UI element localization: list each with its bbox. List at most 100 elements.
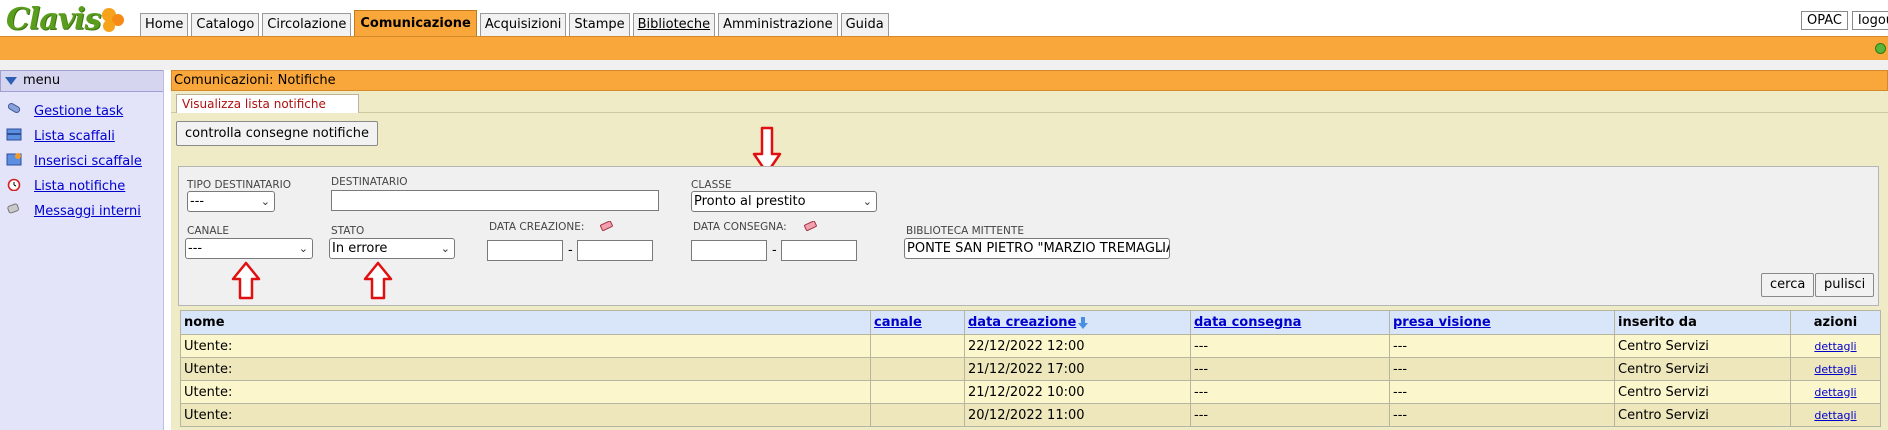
collapse-triangle-icon[interactable] — [5, 76, 17, 85]
sidebar-item-gestione-task[interactable]: Gestione task — [0, 98, 163, 123]
logo-text: Clavis — [6, 2, 101, 37]
sidebar-item-inserisci-scaffale[interactable]: Inserisci scaffale — [0, 148, 163, 173]
table-row: Utente: 21/12/2022 10:00 --- --- Centro Serv… — [180, 380, 1881, 404]
tipo-destinatario-label: TIPO DESTINATARIO — [187, 179, 292, 191]
data-creazione-from-input[interactable] — [487, 240, 563, 261]
classe-select[interactable]: Pronto al prestito ⌄ — [691, 191, 877, 212]
tab-amministrazione[interactable]: Amministrazione — [718, 13, 838, 36]
classe-label: CLASSE — [691, 179, 732, 191]
biblioteca-mittente-select[interactable]: PONTE SAN PIETRO "MARZIO TREMAGLIA" ⌄ — [904, 238, 1170, 259]
opac-button[interactable]: OPAC — [1801, 11, 1848, 30]
up-arrow-annotation-icon — [231, 261, 261, 300]
shelf-icon — [6, 128, 22, 141]
cell-azioni: dettagli — [1790, 334, 1881, 358]
details-link[interactable]: dettagli — [1814, 409, 1856, 422]
chevron-down-icon: ⌄ — [1155, 242, 1165, 255]
tab-guida[interactable]: Guida — [840, 13, 889, 36]
column-header-canale[interactable]: canale — [870, 310, 965, 335]
table-row: Utente: 22/12/2022 12:00 --- --- Centro Serv… — [180, 334, 1881, 358]
sidebar-item-label[interactable]: Lista notifiche — [34, 179, 125, 194]
check-deliveries-button[interactable]: controlla consegne notifiche — [176, 121, 378, 146]
sort-link-presa-visione[interactable]: presa visione — [1393, 315, 1491, 330]
sidebar-item-label[interactable]: Gestione task — [34, 104, 123, 119]
tab-stampe[interactable]: Stampe — [569, 13, 630, 36]
cell-canale — [870, 357, 965, 381]
clavis-logo[interactable]: Clavis — [4, 2, 134, 38]
subtab-divider — [171, 112, 1888, 113]
cell-data-consegna: --- — [1190, 403, 1390, 427]
tab-acquisizioni[interactable]: Acquisizioni — [479, 13, 567, 36]
sidebar-menu-title: menu — [23, 73, 61, 88]
details-link[interactable]: dettagli — [1814, 363, 1856, 376]
cell-presa-visione: --- — [1389, 334, 1615, 358]
sort-link-data-creazione[interactable]: data creazione — [968, 315, 1076, 330]
separator-strip — [0, 60, 1888, 70]
cell-nome: Utente: — [180, 403, 871, 427]
destinatario-input[interactable] — [331, 190, 659, 211]
cell-nome: Utente: — [180, 357, 871, 381]
chevron-down-icon: ⌄ — [862, 195, 872, 208]
cell-inserito-da: Centro Servizi — [1614, 403, 1791, 427]
cell-canale — [870, 380, 965, 404]
filter-panel: TIPO DESTINATARIO --- ⌄ DESTINATARIO CLAS… — [178, 166, 1879, 306]
data-consegna-from-input[interactable] — [691, 240, 767, 261]
tab-circolazione[interactable]: Circolazione — [262, 13, 352, 36]
clear-button[interactable]: pulisci — [1815, 273, 1875, 297]
column-header-nome: nome — [180, 310, 871, 335]
sidebar-menu-header[interactable]: menu — [0, 70, 163, 92]
column-header-presa-visione[interactable]: presa visione — [1389, 310, 1615, 335]
cell-nome: Utente: — [180, 334, 871, 358]
details-link[interactable]: dettagli — [1814, 386, 1856, 399]
tab-visualizza-lista-notifiche[interactable]: Visualizza lista notifiche — [176, 94, 359, 113]
cell-inserito-da: Centro Servizi — [1614, 357, 1791, 381]
sidebar-item-messaggi-interni[interactable]: Messaggi interni — [0, 198, 163, 223]
selected-value: PONTE SAN PIETRO "MARZIO TREMAGLIA" — [907, 241, 1170, 256]
status-indicator-icon[interactable] — [1875, 43, 1886, 54]
selected-value: Pronto al prestito — [694, 194, 806, 209]
column-header-data-creazione[interactable]: data creazione — [964, 310, 1191, 335]
search-button[interactable]: cerca — [1761, 273, 1815, 297]
sort-link-canale[interactable]: canale — [874, 315, 922, 330]
eraser-icon[interactable] — [598, 221, 614, 233]
notifications-table: nome canale data creazione data consegna… — [180, 310, 1881, 427]
details-link[interactable]: dettagli — [1814, 340, 1856, 353]
data-creazione-to-input[interactable] — [577, 240, 653, 261]
sidebar-item-label[interactable]: Inserisci scaffale — [34, 154, 142, 169]
orange-header-bar — [0, 36, 1888, 60]
sidebar-item-lista-notifiche[interactable]: Lista notifiche — [0, 173, 163, 198]
stato-label: STATO — [331, 225, 365, 237]
selected-value: In errore — [332, 241, 388, 256]
canale-select[interactable]: --- ⌄ — [185, 238, 313, 259]
main-nav-tabs: Home Catalogo Circolazione Comunicazione Acq… — [140, 10, 892, 36]
cell-nome: Utente: — [180, 380, 871, 404]
stato-select[interactable]: In errore ⌄ — [329, 238, 455, 259]
cell-inserito-da: Centro Servizi — [1614, 380, 1791, 404]
data-consegna-label: DATA CONSEGNA: — [693, 221, 787, 233]
chevron-down-icon: ⌄ — [260, 195, 270, 208]
chevron-down-icon: ⌄ — [440, 242, 450, 255]
sidebar-item-label[interactable]: Messaggi interni — [34, 204, 141, 219]
shelf-add-icon — [6, 153, 22, 166]
sidebar: menu Gestione task Lista scaffali Inseri… — [0, 70, 164, 430]
pill-icon — [7, 103, 21, 113]
tipo-destinatario-select[interactable]: --- ⌄ — [187, 191, 275, 212]
sidebar-item-label[interactable]: Lista scaffali — [34, 129, 115, 144]
table-row: Utente: 20/12/2022 11:00 --- --- Centro Serv… — [180, 403, 1881, 427]
tab-comunicazione[interactable]: Comunicazione — [354, 10, 477, 36]
sidebar-item-lista-scaffali[interactable]: Lista scaffali — [0, 123, 163, 148]
tab-home[interactable]: Home — [140, 13, 189, 36]
cell-data-creazione: 21/12/2022 17:00 — [964, 357, 1191, 381]
tab-catalogo[interactable]: Catalogo — [191, 13, 260, 36]
selected-value: --- — [190, 194, 205, 209]
tab-biblioteche[interactable]: Biblioteche — [632, 13, 716, 36]
column-header-data-consegna[interactable]: data consegna — [1190, 310, 1390, 335]
data-consegna-to-input[interactable] — [781, 240, 857, 261]
chevron-down-icon: ⌄ — [298, 242, 308, 255]
logout-button[interactable]: logou — [1852, 11, 1888, 30]
table-header-row: nome canale data creazione data consegna… — [180, 310, 1881, 335]
sort-link-data-consegna[interactable]: data consegna — [1194, 315, 1301, 330]
canale-label: CANALE — [187, 225, 230, 237]
cell-presa-visione: --- — [1389, 380, 1615, 404]
eraser-icon[interactable] — [802, 221, 818, 233]
sort-down-arrow-icon[interactable] — [1078, 316, 1089, 329]
